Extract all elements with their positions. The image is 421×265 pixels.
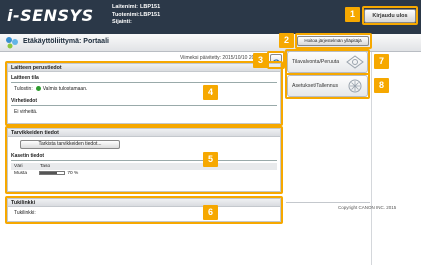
callout-number-2: 2 bbox=[279, 33, 294, 48]
product-name-key: Tuotenimi: bbox=[112, 11, 140, 18]
callout-number-4: 4 bbox=[203, 85, 218, 100]
product-name-value: LBP151 bbox=[140, 11, 161, 18]
callout-number-5: 5 bbox=[203, 152, 218, 167]
copyright-text: Copyright CANON INC. 2015 bbox=[338, 205, 397, 210]
footer-divider bbox=[286, 202, 370, 203]
page-title: Etäkäyttöliittymä: Portaali bbox=[23, 38, 109, 45]
callout-number-6: 6 bbox=[203, 205, 218, 220]
callout-box-2 bbox=[295, 33, 372, 49]
callout-number-3: 3 bbox=[253, 53, 268, 68]
location-key: Sijainti: bbox=[112, 19, 132, 26]
callout-box-7 bbox=[285, 49, 370, 75]
device-name-key: Laitenimi: bbox=[112, 4, 138, 10]
column-divider bbox=[371, 52, 372, 265]
callout-box-4 bbox=[5, 61, 283, 126]
callout-number-1: 1 bbox=[345, 7, 360, 22]
callout-box-6 bbox=[5, 196, 283, 224]
portal-icon bbox=[6, 37, 18, 49]
callout-box-5 bbox=[5, 126, 283, 194]
device-name-value: LBP151 bbox=[140, 4, 161, 10]
callout-number-7: 7 bbox=[374, 54, 389, 69]
callout-box-8 bbox=[285, 73, 370, 99]
device-info: Laitenimi: LBP151 Tuotenimi:LBP151 Sijain… bbox=[112, 4, 160, 27]
brand-logo: i-SENSYS bbox=[7, 6, 94, 25]
callout-number-8: 8 bbox=[374, 78, 389, 93]
callout-box-1 bbox=[362, 6, 418, 25]
